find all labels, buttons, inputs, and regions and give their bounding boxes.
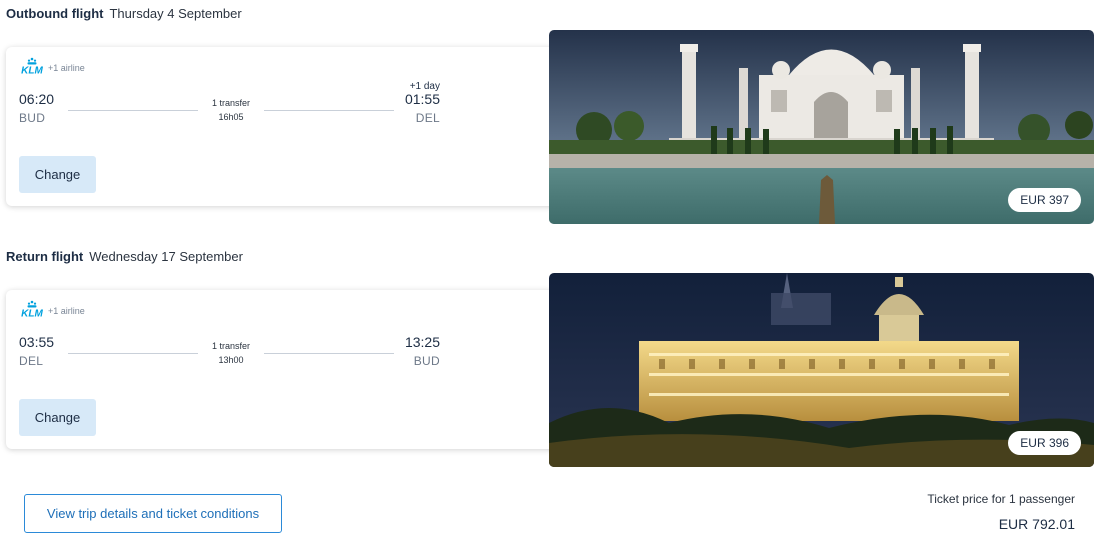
outbound-arrival-code: DEL (415, 111, 440, 125)
klm-logo-text: KLM (21, 66, 43, 76)
return-transfers: 1 transfer (211, 341, 251, 351)
total-price: EUR 792.01 (998, 516, 1075, 532)
outbound-change-button[interactable]: Change (19, 156, 96, 193)
outbound-airline-extra: +1 airline (48, 62, 85, 73)
return-date: Wednesday 17 September (89, 249, 243, 264)
view-trip-details-button[interactable]: View trip details and ticket conditions (24, 494, 282, 533)
outbound-departure-code: BUD (19, 111, 46, 125)
outbound-transfers: 1 transfer (211, 98, 251, 108)
return-route-line-left (68, 353, 198, 354)
outbound-route-line-left (68, 110, 198, 111)
return-departure-time: 03:55 (19, 334, 55, 350)
return-destination-photo[interactable]: EUR 396 (549, 273, 1094, 467)
return-transfer-info: 1 transfer 13h00 (201, 339, 261, 367)
outbound-label: Outbound flight (6, 6, 104, 21)
outbound-route-line-right (264, 110, 394, 111)
return-change-button[interactable]: Change (19, 399, 96, 436)
klm-logo-icon: KLM (21, 57, 43, 76)
outbound-transfer-info: 1 transfer 16h05 (201, 96, 261, 124)
return-airline-extra: +1 airline (48, 305, 85, 316)
outbound-duration: 16h05 (218, 112, 244, 122)
return-heading: Return flight Wednesday 17 September (6, 249, 243, 264)
return-airline: KLM +1 airline (19, 300, 85, 318)
return-duration: 13h00 (218, 355, 244, 365)
outbound-heading: Outbound flight Thursday 4 September (6, 6, 242, 21)
return-flight-card: KLM +1 airline 03:55 DEL 1 transfer 13h0… (6, 290, 556, 449)
outbound-airline: KLM +1 airline (19, 57, 85, 75)
outbound-price-badge: EUR 397 (1008, 188, 1081, 212)
klm-logo-icon: KLM (21, 300, 43, 319)
return-label: Return flight (6, 249, 84, 264)
outbound-date: Thursday 4 September (109, 6, 242, 21)
return-price-badge: EUR 396 (1008, 431, 1081, 455)
return-departure-code: DEL (19, 354, 44, 368)
klm-logo-text: KLM (21, 309, 43, 319)
outbound-departure-time: 06:20 (19, 91, 55, 107)
outbound-arrival-time: 01:55 (404, 91, 440, 107)
ticket-price-label: Ticket price for 1 passenger (927, 492, 1075, 506)
outbound-flight-card: KLM +1 airline 06:20 BUD 1 transfer 16h0… (6, 47, 556, 206)
return-route-line-right (264, 353, 394, 354)
return-arrival-time: 13:25 (404, 334, 440, 350)
return-arrival-code: BUD (413, 354, 440, 368)
outbound-destination-photo[interactable]: EUR 397 (549, 30, 1094, 224)
